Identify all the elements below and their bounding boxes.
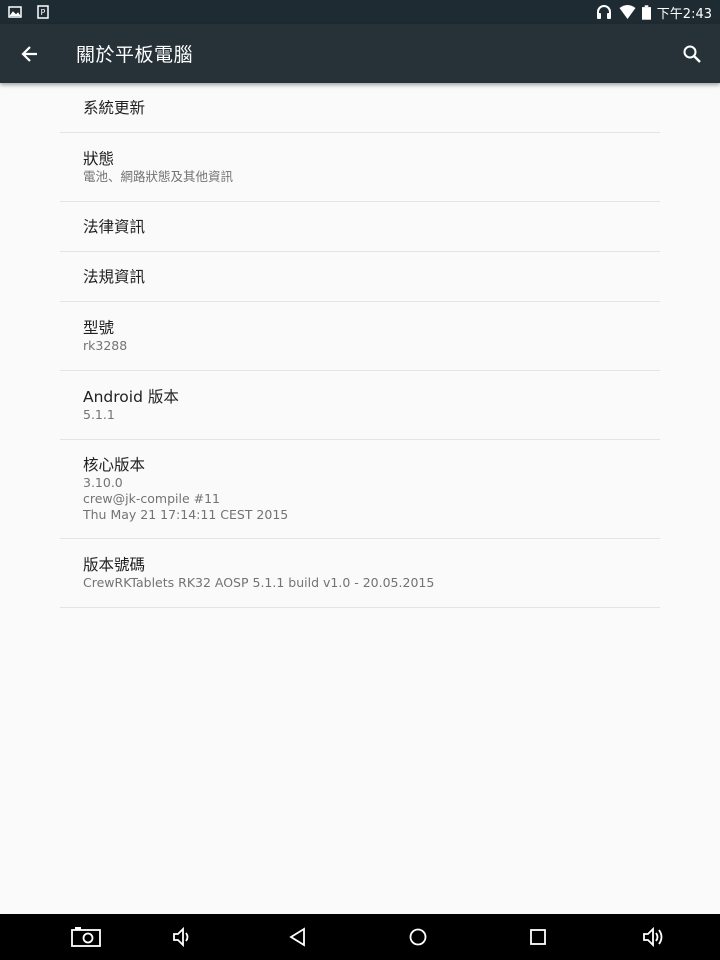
- item-subtitle: Thu May 21 17:14:11 CEST 2015: [83, 507, 289, 522]
- recents-square-icon: [530, 929, 546, 945]
- item-title: 版本號碼: [83, 556, 146, 574]
- parking-icon: P: [37, 5, 49, 19]
- arrow-left-icon: [21, 45, 37, 62]
- navigation-bar: [0, 914, 720, 960]
- list-item-legal-info[interactable]: 法律資訊: [60, 202, 660, 252]
- page-title: 關於平板電腦: [76, 44, 194, 66]
- item-title: 系統更新: [83, 98, 146, 117]
- headset-icon: [596, 5, 611, 19]
- back-triangle-icon: [289, 927, 305, 947]
- screenshot-button[interactable]: [56, 914, 116, 960]
- battery-icon: [641, 4, 651, 20]
- wifi-icon: [619, 5, 636, 19]
- search-button[interactable]: [664, 24, 720, 83]
- home-nav-button[interactable]: [388, 914, 448, 960]
- svg-text:P: P: [41, 8, 46, 17]
- search-icon: [683, 45, 701, 63]
- item-subtitle: CrewRKTablets RK32 AOSP 5.1.1 build v1.0…: [83, 575, 435, 590]
- volume-up-button[interactable]: [624, 914, 684, 960]
- back-nav-button[interactable]: [268, 914, 328, 960]
- volume-down-button[interactable]: [152, 914, 212, 960]
- list-item-kernel-version[interactable]: 核心版本 3.10.0 crew@jk-compile #11 Thu May …: [60, 440, 660, 539]
- item-subtitle: 3.10.0: [83, 475, 123, 490]
- list-item-model[interactable]: 型號 rk3288: [60, 302, 660, 371]
- status-time: 下午2:43: [656, 6, 712, 22]
- item-subtitle: 5.1.1: [83, 407, 115, 422]
- list-item-android-version[interactable]: Android 版本 5.1.1: [60, 371, 660, 440]
- home-circle-icon: [409, 928, 427, 946]
- back-button[interactable]: [0, 24, 60, 83]
- list-item-system-update[interactable]: 系統更新: [60, 83, 660, 133]
- settings-list: 系統更新 狀態 電池、網路狀態及其他資訊 法律資訊 法規資訊 型號 rk3288…: [60, 83, 660, 608]
- recents-nav-button[interactable]: [508, 914, 568, 960]
- item-title: 核心版本: [83, 456, 146, 474]
- item-title: 型號: [83, 319, 115, 337]
- item-title: 狀態: [83, 150, 115, 168]
- list-item-regulatory-info[interactable]: 法規資訊: [60, 252, 660, 302]
- list-item-build-number[interactable]: 版本號碼 CrewRKTablets RK32 AOSP 5.1.1 build…: [60, 539, 660, 608]
- toolbar: 關於平板電腦: [0, 24, 720, 83]
- item-title: 法規資訊: [83, 267, 146, 286]
- item-subtitle: rk3288: [83, 338, 128, 353]
- screenshot-icon: [71, 927, 101, 947]
- item-subtitle: 電池、網路狀態及其他資訊: [83, 169, 234, 184]
- status-bar: P 下午2:43: [0, 0, 720, 24]
- image-icon: [8, 6, 22, 18]
- volume-down-icon: [173, 926, 189, 948]
- list-item-status[interactable]: 狀態 電池、網路狀態及其他資訊: [60, 133, 660, 202]
- item-title: Android 版本: [83, 388, 179, 406]
- volume-up-icon: [643, 926, 663, 948]
- item-title: 法律資訊: [83, 217, 146, 236]
- item-subtitle: crew@jk-compile #11: [83, 491, 220, 506]
